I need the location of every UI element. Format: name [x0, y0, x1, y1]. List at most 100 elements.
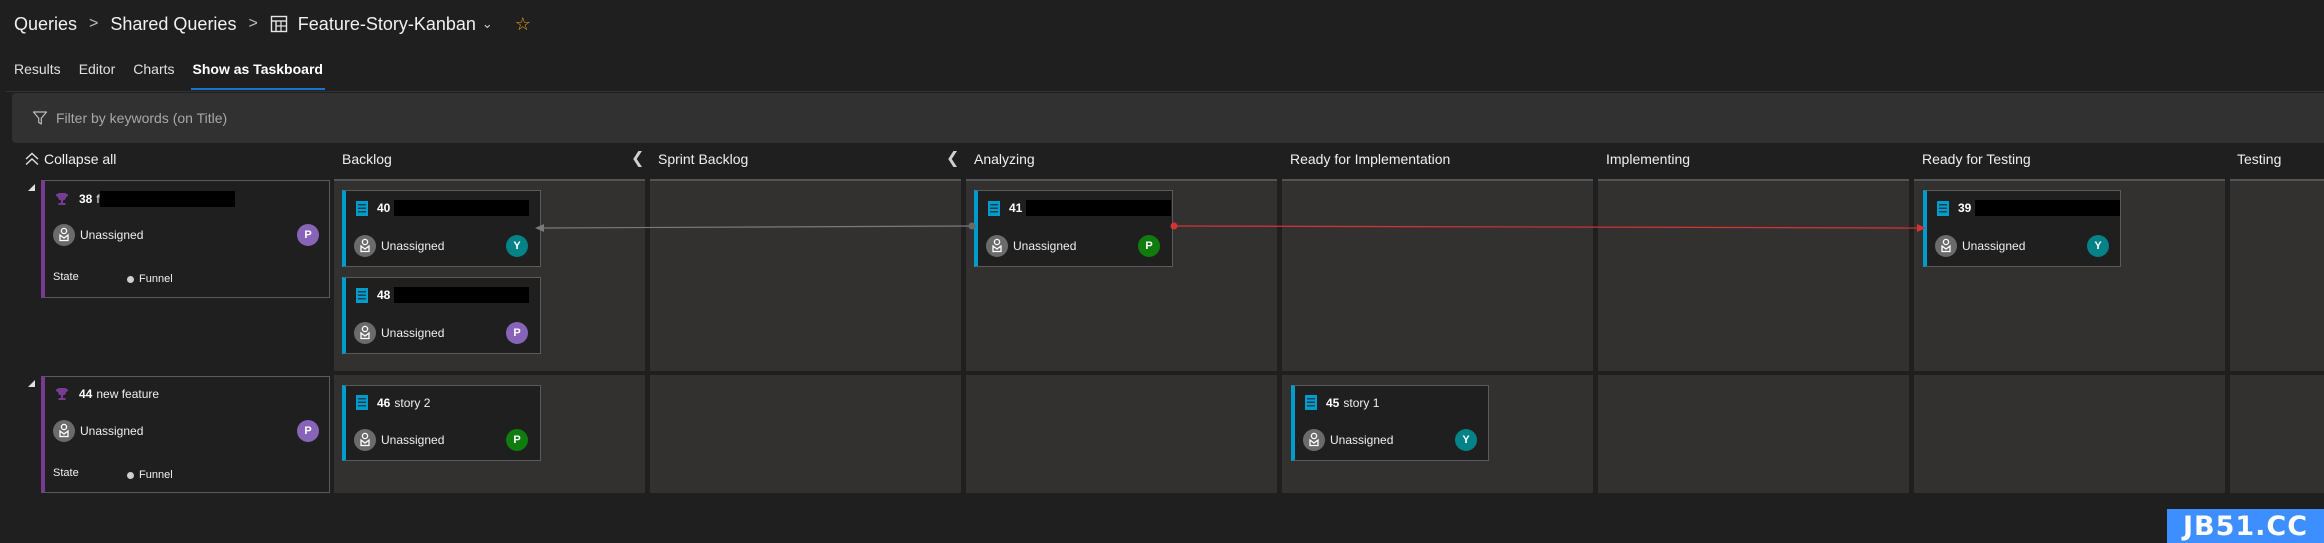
avatar[interactable]: P — [1138, 235, 1160, 257]
tab-charts[interactable]: Charts — [133, 56, 174, 90]
state-dot-icon — [127, 275, 134, 283]
column-header-implementing: Implementing — [1606, 151, 1691, 167]
collapse-column-backlog-icon[interactable]: ❮ — [631, 148, 644, 168]
assignee[interactable]: Unassigned — [80, 228, 143, 242]
work-item-title[interactable]: story 1 — [1343, 396, 1379, 410]
filter-input[interactable] — [56, 110, 656, 126]
cell-row1-sprint-backlog — [650, 179, 961, 371]
avatar[interactable]: P — [297, 420, 319, 442]
avatar[interactable]: P — [297, 224, 319, 246]
breadcrumb-shared-queries[interactable]: Shared Queries — [110, 14, 236, 35]
unassigned-person-icon — [53, 420, 75, 442]
avatar[interactable]: Y — [2087, 235, 2109, 257]
work-item-id: 38 — [79, 192, 93, 206]
table-query-icon — [270, 15, 287, 33]
work-item-title[interactable]: story 2 — [394, 396, 430, 410]
avatar[interactable]: Y — [506, 235, 528, 257]
story-card-45[interactable]: 45 story 1 Unassigned Y — [1291, 385, 1489, 461]
cell-row2-implementing — [1598, 375, 1909, 493]
redacted-title — [394, 200, 530, 216]
tab-editor[interactable]: Editor — [79, 56, 116, 90]
user-story-icon — [356, 395, 368, 410]
collapse-all-label: Collapse all — [44, 151, 117, 167]
user-story-icon — [356, 287, 368, 303]
work-item-id: 39 — [1958, 201, 1972, 215]
unassigned-person-icon — [1303, 429, 1325, 451]
story-card-41[interactable]: 41 Unassigned P — [974, 190, 1173, 267]
unassigned-person-icon — [354, 235, 376, 257]
story-card-40[interactable]: 40 Unassigned Y — [342, 190, 541, 267]
work-item-id: 41 — [1009, 201, 1023, 215]
unassigned-person-icon — [354, 429, 376, 451]
column-header-analyzing: Analyzing — [974, 151, 1035, 167]
breadcrumb-queries[interactable]: Queries — [14, 14, 77, 35]
story-card-39[interactable]: 39 Unassigned Y — [1923, 190, 2121, 267]
state-dot-icon — [127, 471, 134, 479]
user-story-icon — [356, 200, 368, 216]
breadcrumb: Queries > Shared Queries > Feature-Story… — [14, 10, 531, 38]
state-label: State — [53, 271, 79, 283]
state-value[interactable]: Funnel — [127, 273, 173, 285]
breadcrumb-current-query[interactable]: Feature-Story-Kanban — [298, 14, 476, 35]
work-item-id: 48 — [377, 288, 391, 302]
state-text: Funnel — [139, 469, 173, 481]
assignee[interactable]: Unassigned — [1330, 433, 1393, 447]
assignee[interactable]: Unassigned — [1962, 239, 2025, 253]
feature-card-44[interactable]: 44 new feature Unassigned P State Funnel — [41, 376, 330, 493]
star-icon[interactable]: ☆ — [515, 14, 531, 35]
unassigned-person-icon — [53, 224, 75, 246]
redacted-title — [1975, 200, 2121, 216]
breadcrumb-separator: > — [248, 15, 258, 32]
tab-results[interactable]: Results — [14, 56, 61, 90]
breadcrumb-separator: > — [89, 15, 99, 32]
unassigned-person-icon — [986, 235, 1008, 257]
user-story-icon — [1937, 200, 1949, 216]
state-text: Funnel — [139, 273, 173, 285]
assignee[interactable]: Unassigned — [80, 424, 143, 438]
assignee[interactable]: Unassigned — [381, 326, 444, 340]
work-item-id: 40 — [377, 201, 391, 215]
work-item-id: 46 — [377, 395, 391, 410]
cell-row2-ready-for-testing — [1914, 375, 2225, 493]
filter-bar — [12, 93, 2324, 143]
collapse-all-button[interactable]: Collapse all — [24, 148, 116, 170]
trophy-icon — [56, 193, 68, 205]
trophy-icon — [56, 388, 68, 400]
story-card-46[interactable]: 46 story 2 Unassigned P — [342, 385, 541, 461]
view-tabs: Results Editor Charts Show as Taskboard — [14, 56, 341, 90]
user-story-icon — [988, 200, 1000, 216]
cell-row1-testing — [2230, 179, 2324, 371]
state-label: State — [53, 467, 79, 479]
column-header-sprint-backlog: Sprint Backlog — [658, 151, 749, 167]
cell-row1-ready-for-implementation — [1282, 179, 1593, 371]
assignee[interactable]: Unassigned — [1013, 239, 1076, 253]
collapse-column-sprint-backlog-icon[interactable]: ❮ — [946, 148, 959, 168]
column-header-testing: Testing — [2237, 151, 2282, 167]
cell-row2-testing — [2230, 375, 2324, 493]
column-header-ready-for-testing: Ready for Testing — [1922, 151, 2031, 167]
assignee[interactable]: Unassigned — [381, 433, 444, 447]
tab-show-as-taskboard[interactable]: Show as Taskboard — [190, 56, 326, 90]
tabs-divider — [6, 91, 2324, 92]
row-expand-toggle[interactable] — [28, 380, 35, 387]
assignee[interactable]: Unassigned — [381, 239, 444, 253]
work-item-id: 45 — [1326, 395, 1340, 410]
story-card-48[interactable]: 48 Unassigned P — [342, 277, 541, 354]
unassigned-person-icon — [354, 322, 376, 344]
state-value[interactable]: Funnel — [127, 469, 173, 481]
cell-row1-implementing — [1598, 179, 1909, 371]
column-header-backlog: Backlog — [342, 151, 392, 167]
chevron-down-icon[interactable]: ⌄ — [482, 16, 493, 32]
row-expand-toggle[interactable] — [28, 184, 35, 191]
avatar[interactable]: Y — [1455, 429, 1477, 451]
redacted-title — [99, 191, 235, 207]
double-chevron-up-icon — [25, 152, 39, 166]
column-header-ready-for-implementation: Ready for Implementation — [1290, 151, 1451, 167]
unassigned-person-icon — [1935, 235, 1957, 257]
feature-card-38[interactable]: 38 f Unassigned P State Funnel — [41, 180, 330, 298]
work-item-title[interactable]: new feature — [96, 387, 159, 401]
avatar[interactable]: P — [506, 322, 528, 344]
redacted-title — [1026, 200, 1172, 216]
redacted-title — [394, 287, 530, 303]
avatar[interactable]: P — [506, 429, 528, 451]
